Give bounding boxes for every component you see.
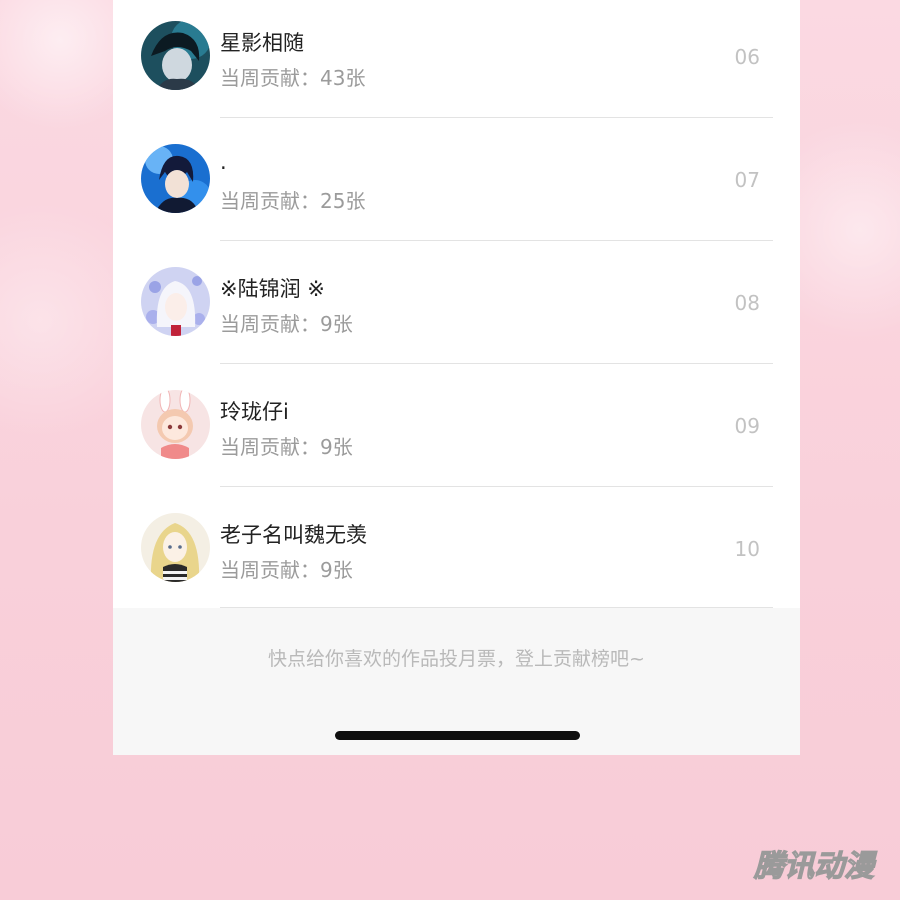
brand-watermark-logo: 腾讯动漫 [742, 846, 886, 886]
contributor-name: 玲珑仔i [220, 400, 289, 424]
footer: 快点给你喜欢的作品投月票，登上贡献榜吧~ [113, 608, 800, 755]
divider [220, 363, 773, 364]
contributor-name: 老子名叫魏无羡 [220, 523, 367, 547]
list-item[interactable]: ※陆锦润 ※ 当周贡献：9张 08 [113, 246, 800, 369]
list-item[interactable]: 星影相随 当周贡献：43张 06 [113, 0, 800, 123]
contribution-list-panel: 星影相随 当周贡献：43张 06 . 当周贡献：25张 07 ※陆锦润 ※ 当周… [113, 0, 800, 755]
list-item[interactable]: 老子名叫魏无羡 当周贡献：9张 10 [113, 492, 800, 615]
weekly-contribution: 当周贡献：9张 [220, 558, 353, 582]
contributor-name: 星影相随 [220, 31, 304, 55]
divider [220, 486, 773, 487]
rank-number: 07 [734, 168, 760, 192]
avatar-bunny-girl-pink-icon[interactable] [141, 390, 210, 459]
footer-hint: 快点给你喜欢的作品投月票，登上贡献榜吧~ [268, 648, 645, 670]
avatar-anime-boy-blue-icon[interactable] [141, 144, 210, 213]
divider [220, 240, 773, 241]
weekly-contribution: 当周贡献：25张 [220, 189, 366, 213]
divider [220, 117, 773, 118]
list-item[interactable]: . 当周贡献：25张 07 [113, 123, 800, 246]
rank-number: 09 [734, 414, 760, 438]
weekly-contribution: 当周贡献：43张 [220, 66, 366, 90]
avatar-dark-hair-boy-icon[interactable] [141, 21, 210, 90]
contributor-name: ※陆锦润 ※ [220, 277, 325, 301]
weekly-contribution: 当周贡献：9张 [220, 435, 353, 459]
home-indicator[interactable] [335, 731, 580, 740]
avatar-blonde-girl-icon[interactable] [141, 513, 210, 582]
rank-number: 08 [734, 291, 760, 315]
rank-number: 06 [734, 45, 760, 69]
contributor-name: . [220, 150, 227, 174]
list-item[interactable]: 玲珑仔i 当周贡献：9张 09 [113, 369, 800, 492]
rank-number: 10 [734, 537, 760, 561]
watermark-text: 腾讯动漫 [753, 849, 878, 884]
avatar-white-hair-girl-icon[interactable] [141, 267, 210, 336]
weekly-contribution: 当周贡献：9张 [220, 312, 353, 336]
